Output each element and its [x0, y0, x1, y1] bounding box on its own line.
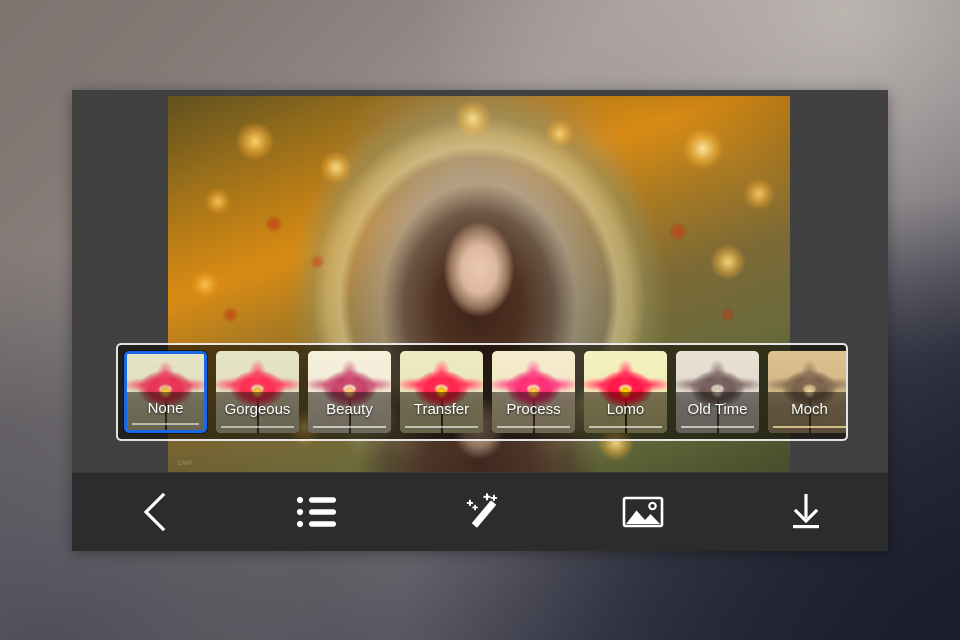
filter-thumb-transfer[interactable]: Transfer — [400, 351, 483, 433]
filter-thumb-label: Process — [506, 401, 561, 418]
list-button[interactable] — [235, 473, 398, 551]
filter-thumb-label: Beauty — [326, 401, 373, 418]
filter-thumb-label: Gorgeous — [224, 401, 291, 418]
filter-thumb-none[interactable]: None — [124, 351, 207, 433]
gallery-button[interactable] — [562, 473, 725, 551]
chevron-left-icon — [139, 491, 169, 533]
filter-thumb-label: Old Time — [687, 401, 748, 418]
filter-thumb-label: Lomo — [606, 401, 645, 418]
bottom-toolbar — [72, 472, 888, 551]
filter-thumb-label: Moch — [791, 401, 828, 418]
filter-thumb-gorgeous[interactable]: Gorgeous — [216, 351, 299, 433]
save-button[interactable] — [725, 473, 888, 551]
bullet-list-icon — [296, 495, 338, 529]
filter-thumb-old-time[interactable]: Old Time — [676, 351, 759, 433]
filter-thumb-mocha[interactable]: Moch — [768, 351, 846, 433]
filter-thumb-label: None — [147, 399, 184, 417]
filter-thumb-beauty[interactable]: Beauty — [308, 351, 391, 433]
magic-wand-icon — [458, 490, 502, 534]
download-icon — [788, 491, 824, 533]
filter-thumb-process[interactable]: Process — [492, 351, 575, 433]
back-button[interactable] — [72, 473, 235, 551]
photo-watermark: DMP — [178, 461, 193, 467]
image-icon — [622, 495, 664, 529]
app-window: DMP None Gorgeous Beauty Transfer Proces… — [72, 90, 888, 551]
photo-stage: DMP None Gorgeous Beauty Transfer Proces… — [72, 90, 888, 473]
effects-button[interactable] — [398, 473, 561, 551]
filter-thumb-lomo[interactable]: Lomo — [584, 351, 667, 433]
filter-carousel[interactable]: None Gorgeous Beauty Transfer Process Lo… — [116, 343, 848, 441]
filter-thumb-label: Transfer — [413, 401, 470, 418]
